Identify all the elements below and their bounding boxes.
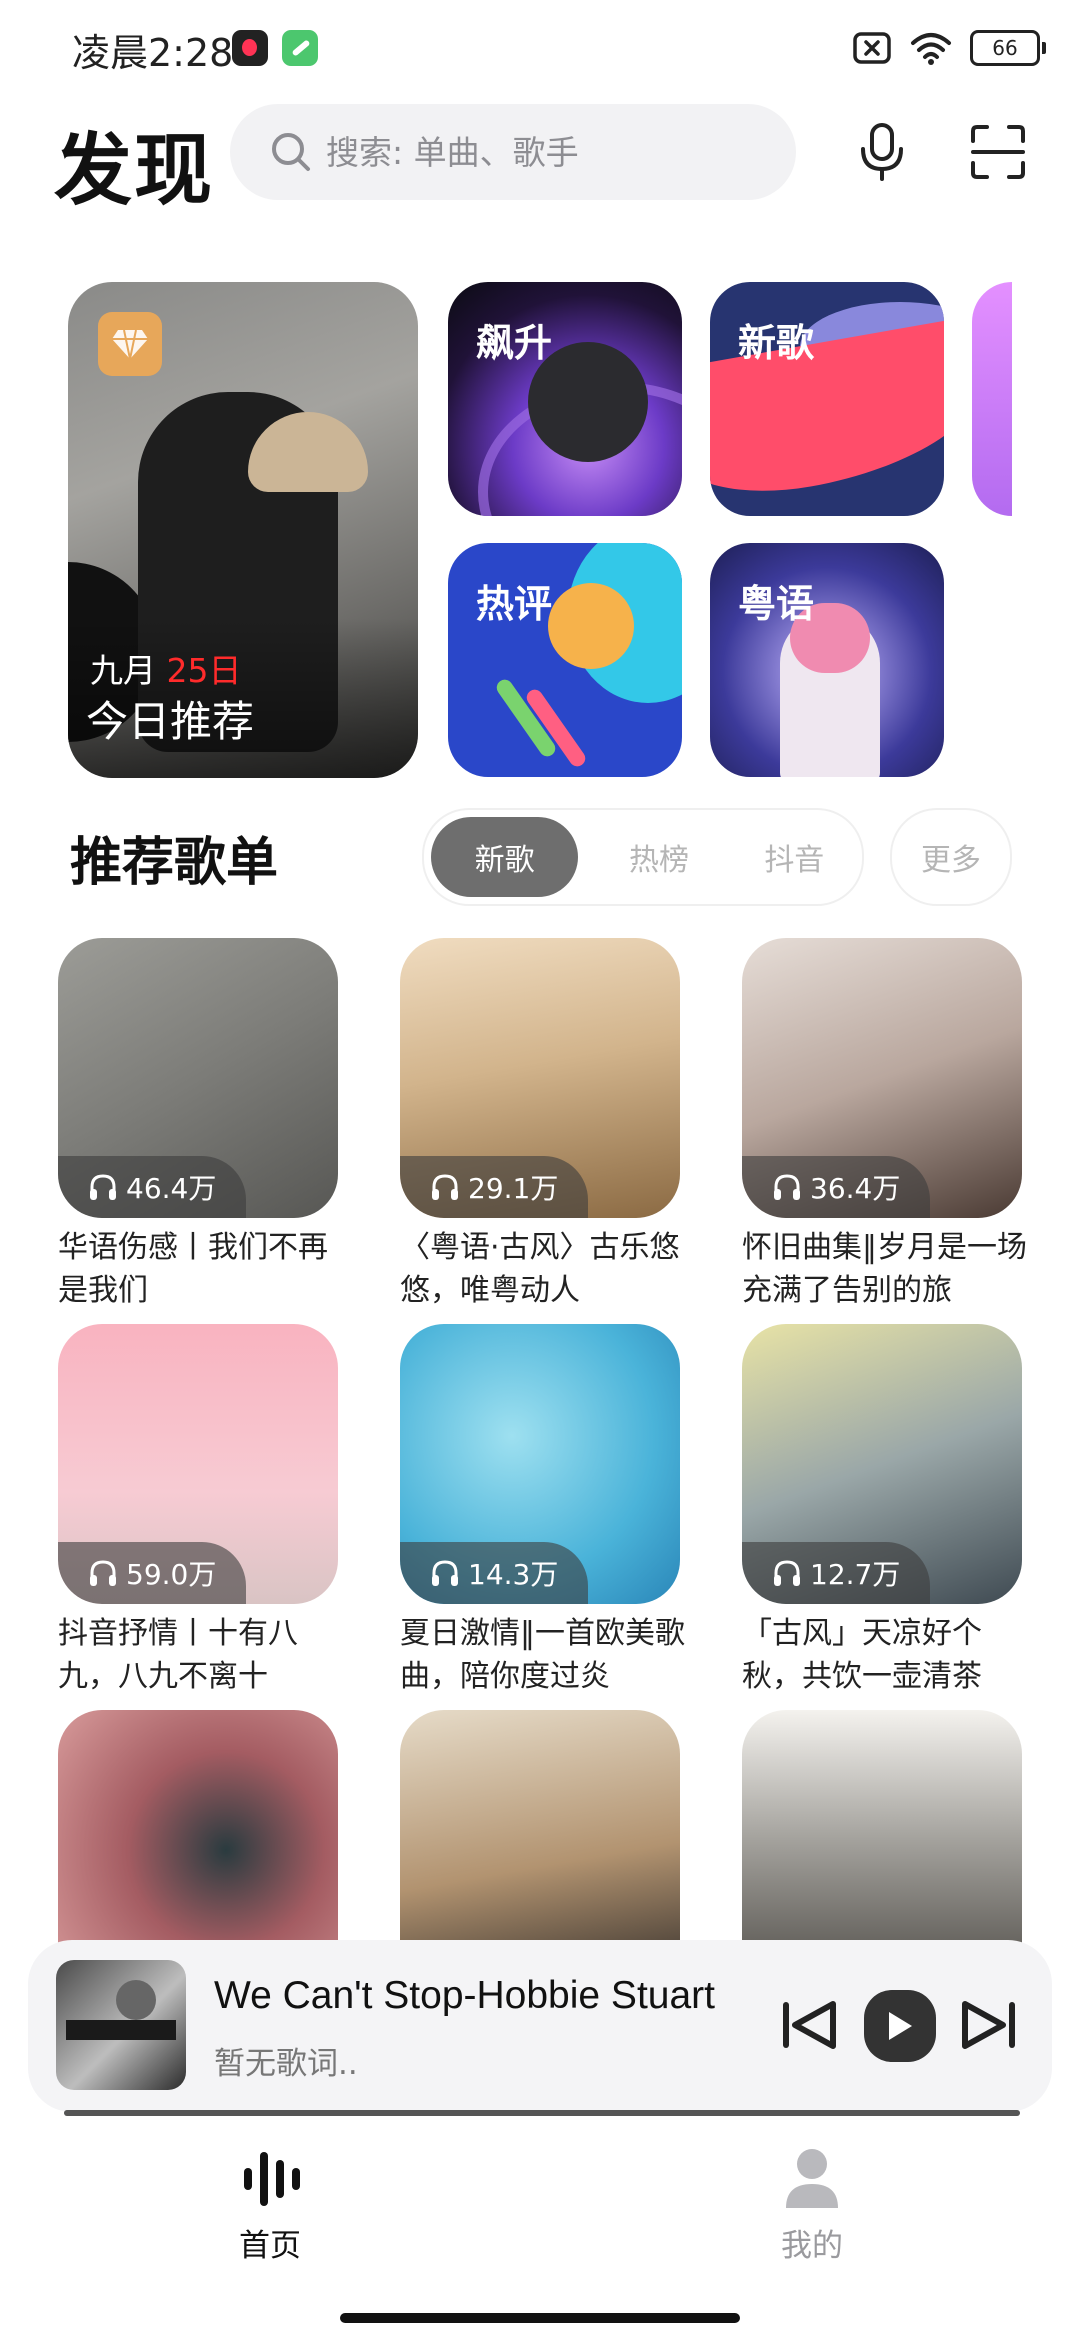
- playlist-card[interactable]: 46.4万 华语伤感丨我们不再是我们: [58, 938, 338, 1312]
- playlist-card[interactable]: 12.7万 「古风」天凉好个秋，共饮一壶清茶: [742, 1324, 1022, 1698]
- headphones-icon: [432, 1560, 458, 1586]
- skip-previous-icon: [783, 2001, 836, 2049]
- tile-label: 粤语: [738, 582, 815, 626]
- chart-tile-hot-comments[interactable]: 热评: [448, 543, 682, 777]
- progress-fill: [64, 2110, 1020, 2116]
- playlist-cover: 29.1万: [400, 938, 680, 1218]
- daily-recommend-card[interactable]: 九月 25日 今日推荐: [68, 282, 418, 778]
- tab-new-songs[interactable]: 新歌: [431, 817, 579, 897]
- playlist-title: 抖音抒情丨十有八九，八九不离十: [58, 1616, 298, 1694]
- search-icon: [272, 133, 310, 171]
- status-time: 凌晨2:28: [72, 31, 234, 75]
- home-indicator: [340, 2313, 740, 2323]
- scan-button[interactable]: [962, 116, 1034, 188]
- headphones-icon: [774, 1174, 800, 1200]
- play-button[interactable]: [864, 1990, 936, 2062]
- thumbnail-detail: [116, 1980, 156, 2020]
- play-count: 46.4万: [126, 1172, 217, 1205]
- tab-douyin[interactable]: 抖音: [727, 817, 862, 897]
- search-bar[interactable]: [230, 104, 796, 200]
- playlist-cover: 59.0万: [58, 1324, 338, 1604]
- nav-item-mine[interactable]: 我的: [702, 2146, 922, 2265]
- diamond-badge-icon: [98, 312, 162, 376]
- battery-icon: 66: [970, 30, 1046, 66]
- play-icon: [889, 2012, 912, 2040]
- playlist-cover: 36.4万: [742, 938, 1022, 1218]
- headphones-icon: [774, 1560, 800, 1586]
- play-count-badge: 29.1万: [400, 1156, 589, 1218]
- tab-hot-chart[interactable]: 热榜: [585, 817, 732, 897]
- playlist-title: 怀旧曲集‖岁月是一场充满了告别的旅: [742, 1230, 1027, 1308]
- play-count-badge: 12.7万: [742, 1542, 931, 1604]
- scan-icon: [971, 125, 1025, 179]
- playlist-card[interactable]: 59.0万 抖音抒情丨十有八九，八九不离十: [58, 1324, 338, 1698]
- daily-month: 九月: [90, 651, 156, 690]
- play-count: 29.1万: [468, 1172, 559, 1205]
- search-input[interactable]: [324, 131, 768, 173]
- profile-icon: [786, 2149, 838, 2208]
- daily-label: 今日推荐: [86, 697, 255, 746]
- playlist-cover: 14.3万: [400, 1324, 680, 1604]
- microphone-button[interactable]: [846, 116, 918, 188]
- now-playing-lyrics: 暂无歌词..: [214, 2046, 358, 2082]
- tool-app-icon: [282, 30, 318, 66]
- playlist-card[interactable]: 29.1万 〈粤语·古风〉古乐悠悠，唯粤动人: [400, 938, 680, 1312]
- play-count-badge: 14.3万: [400, 1542, 589, 1604]
- playlist-tabs: 新歌 热榜 抖音: [422, 808, 864, 906]
- play-count-badge: 46.4万: [58, 1156, 247, 1218]
- play-count-badge: 36.4万: [742, 1156, 931, 1218]
- now-playing-thumbnail: [56, 1960, 186, 2090]
- thumbnail-detail: [66, 2020, 176, 2040]
- playlist-title: 华语伤感丨我们不再是我们: [58, 1230, 328, 1308]
- playlist-card[interactable]: 14.3万 夏日激情‖一首欧美歌曲，陪你度过炎: [400, 1324, 685, 1698]
- play-count: 12.7万: [810, 1558, 901, 1591]
- chart-tile-partial[interactable]: [972, 282, 1012, 516]
- playlist-title: 〈粤语·古风〉古乐悠悠，唯粤动人: [400, 1230, 680, 1308]
- play-count-badge: 59.0万: [58, 1542, 247, 1604]
- nav-item-home[interactable]: 首页: [160, 2146, 380, 2265]
- microphone-icon: [861, 123, 903, 181]
- play-count: 36.4万: [810, 1172, 901, 1205]
- play-count: 14.3万: [468, 1558, 559, 1591]
- playlist-cover: 46.4万: [58, 938, 338, 1218]
- page-title: 发现: [54, 126, 215, 216]
- previous-button[interactable]: [764, 1980, 854, 2070]
- section-title: 推荐歌单: [70, 833, 279, 893]
- next-button[interactable]: [944, 1980, 1034, 2070]
- tile-label: 热评: [476, 582, 553, 626]
- skip-next-icon: [962, 2001, 1015, 2049]
- status-icons: 66: [852, 26, 1046, 70]
- waveform-icon: [244, 2152, 300, 2206]
- playlist-card[interactable]: 36.4万 怀旧曲集‖岁月是一场充满了告别的旅: [742, 938, 1027, 1312]
- nav-label-home: 首页: [239, 2228, 301, 2264]
- status-bar: 凌晨2:28 66: [0, 0, 1080, 96]
- play-count: 59.0万: [126, 1558, 217, 1591]
- chart-tile-new[interactable]: 新歌: [710, 282, 944, 516]
- playlist-title: 夏日激情‖一首欧美歌曲，陪你度过炎: [400, 1616, 685, 1694]
- headphones-icon: [90, 1174, 116, 1200]
- sim-off-icon: [853, 32, 891, 64]
- wifi-icon: [911, 33, 951, 65]
- now-playing-title: We Can't Stop-Hobbie Stuart: [214, 1974, 715, 2017]
- daily-day: 25日: [166, 651, 242, 690]
- playlist-cover: 12.7万: [742, 1324, 1022, 1604]
- daily-date: 九月 25日: [90, 644, 242, 692]
- tile-label: 新歌: [738, 321, 815, 365]
- tile-graphic: [548, 583, 634, 669]
- playlist-title: 「古风」天凉好个秋，共饮一壶清茶: [742, 1616, 982, 1694]
- nav-label-mine: 我的: [781, 2228, 843, 2264]
- chart-tile-cantonese[interactable]: 粤语: [710, 543, 944, 777]
- tile-label: 飙升: [476, 321, 553, 365]
- headphones-icon: [90, 1560, 116, 1586]
- more-button[interactable]: 更多: [890, 808, 1012, 906]
- chart-tile-rising[interactable]: 飙升: [448, 282, 682, 516]
- music-app-icon: [232, 30, 268, 66]
- playback-progress-bar[interactable]: [64, 2110, 1020, 2116]
- headphones-icon: [432, 1174, 458, 1200]
- mini-player[interactable]: We Can't Stop-Hobbie Stuart 暂无歌词..: [28, 1940, 1052, 2112]
